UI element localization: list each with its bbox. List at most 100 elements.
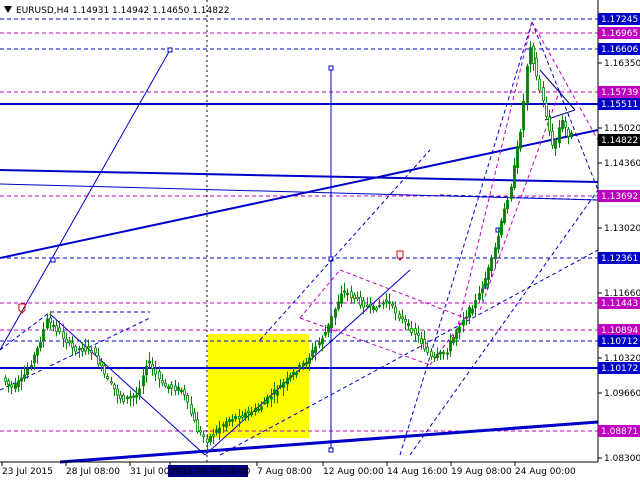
time-label: 31 Jul 00 <box>130 467 170 477</box>
candle-body <box>449 341 452 352</box>
candle-body <box>151 364 154 369</box>
candle-body <box>526 65 529 104</box>
candle-body <box>55 325 58 332</box>
candle-body <box>225 421 228 428</box>
candle-body <box>554 140 557 149</box>
level-label-text: 1.11443 <box>601 299 638 309</box>
candle-body <box>65 339 68 344</box>
time-label: 19 Aug 08:00 <box>451 467 512 477</box>
candle-body <box>94 347 97 354</box>
candle-body <box>535 57 538 77</box>
candle-body <box>532 45 535 64</box>
candle-body <box>46 318 49 329</box>
price-tick-label: 1.15020 <box>604 124 640 134</box>
candle-body <box>414 328 417 335</box>
candle-body <box>158 371 161 380</box>
candle-body <box>132 395 135 398</box>
candle-body <box>180 389 183 393</box>
candle-body <box>250 412 253 416</box>
candle-body <box>433 355 436 358</box>
level-label-text: 1.13692 <box>601 192 638 202</box>
line-anchor-point <box>328 447 334 453</box>
candle-body <box>382 302 385 305</box>
candle-body <box>314 346 317 354</box>
candle-body <box>87 346 90 349</box>
candle-body <box>350 291 353 299</box>
candle-body <box>257 408 260 412</box>
candle-body <box>372 305 375 310</box>
symbol-header: EURUSD,H4 1.14931 1.14942 1.14650 1.1482… <box>16 6 229 16</box>
trend-line <box>409 189 599 456</box>
price-chart[interactable]: 1.163501.150201.143601.130201.116601.103… <box>0 0 640 480</box>
line-anchor-point <box>167 47 173 53</box>
candle-body <box>487 267 490 281</box>
level-label-text: 1.15511 <box>601 100 638 110</box>
candle-body <box>161 380 164 384</box>
candle-body <box>247 410 250 414</box>
level-label-text: 1.17245 <box>601 15 638 25</box>
candle-body <box>471 308 474 314</box>
trend-line <box>531 21 599 191</box>
candle-body <box>567 128 570 137</box>
trend-line <box>299 269 341 319</box>
candle-body <box>183 389 186 396</box>
candle-body <box>234 415 237 420</box>
candle-body <box>391 303 394 307</box>
candle-body <box>129 396 132 399</box>
candle-body <box>113 384 116 390</box>
candle-body <box>33 354 36 364</box>
candle-body <box>330 316 333 329</box>
candle-body <box>324 331 327 336</box>
candle-body <box>481 288 484 294</box>
candle-body <box>196 419 199 432</box>
candle-body <box>378 304 381 308</box>
time-label: 28 Jul 08:00 <box>66 467 120 477</box>
time-label: 23 Jul 2015 <box>2 467 53 477</box>
candle-body <box>455 331 458 339</box>
candle-body <box>71 342 74 348</box>
candle-body <box>522 100 525 131</box>
candle-body <box>436 353 439 359</box>
candle-body <box>513 165 516 189</box>
candle-body <box>266 396 269 404</box>
candle-body <box>142 375 145 387</box>
dropdown-triangle-icon[interactable] <box>4 6 12 13</box>
candle-body <box>570 132 573 138</box>
candle-body <box>186 394 189 403</box>
candle-body <box>334 309 337 318</box>
candle-body <box>273 389 276 395</box>
candle-body <box>558 127 561 144</box>
candle-body <box>154 368 157 375</box>
candle-body <box>398 313 401 319</box>
candle-body <box>74 346 77 352</box>
candle-body <box>212 434 215 437</box>
candle-body <box>465 316 468 319</box>
candle-body <box>30 364 33 368</box>
candle-body <box>417 332 420 336</box>
candle-body <box>308 357 311 364</box>
candle-body <box>164 382 167 387</box>
trading-chart-window[interactable]: 1.16350 1.15020 1.14360 1.13020 1.11660 1.103… <box>0 0 640 480</box>
candle-body <box>244 412 247 418</box>
price-tick-label: 1.14360 <box>604 159 640 169</box>
candle-body <box>26 368 29 376</box>
line-anchor-point <box>50 257 56 263</box>
level-label-text: 1.16606 <box>601 45 638 55</box>
candle-body <box>529 47 532 65</box>
candle-body <box>36 348 39 356</box>
candle-body <box>231 419 234 422</box>
candle-body <box>222 424 225 427</box>
level-label-text: 1.15739 <box>601 88 638 98</box>
candle-body <box>458 326 461 333</box>
candle-body <box>145 365 148 376</box>
candle-body <box>190 404 193 415</box>
candle-body <box>439 351 442 355</box>
candle-body <box>404 318 407 323</box>
candle-body <box>270 396 273 400</box>
candle-body <box>209 436 212 442</box>
candle-body <box>423 338 426 350</box>
candle-body <box>506 199 509 210</box>
arrow-marker-icon <box>396 250 404 261</box>
candle-body <box>84 346 87 352</box>
candle-body <box>321 338 324 345</box>
